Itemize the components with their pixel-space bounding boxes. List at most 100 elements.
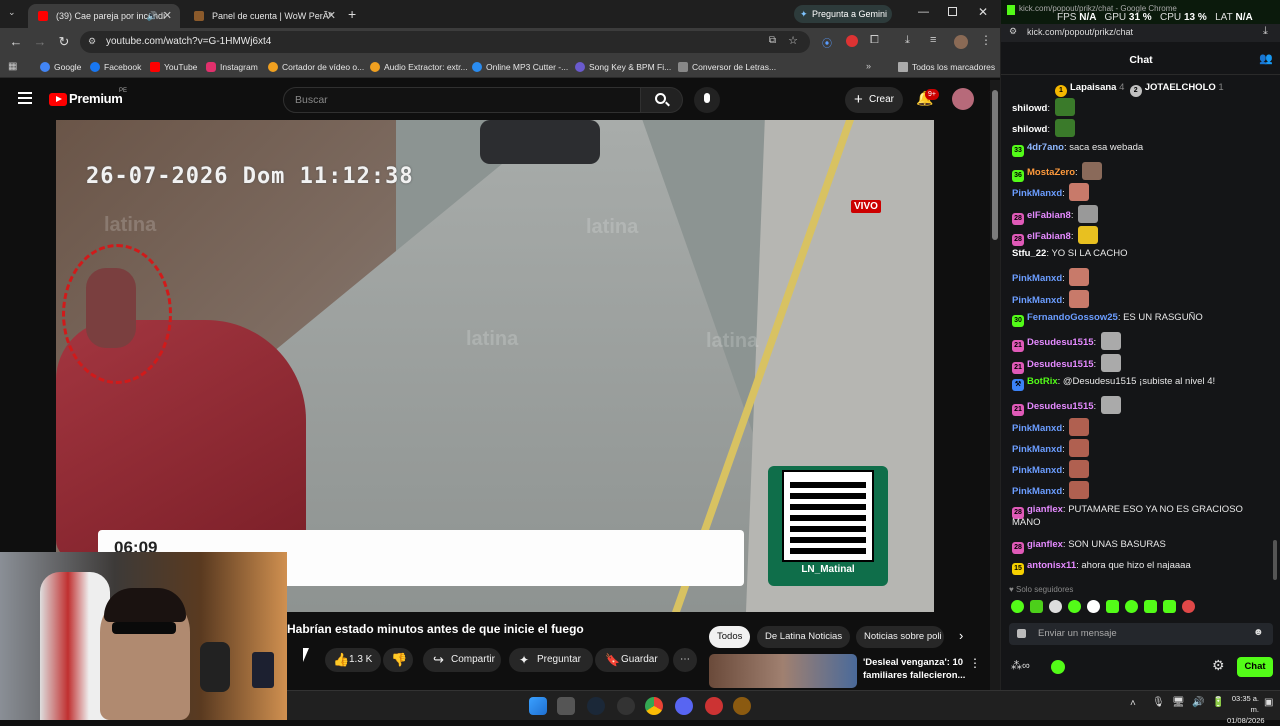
like-button[interactable]: 👍 1.3 K [325, 648, 381, 672]
chat-username[interactable]: PinkManxd [1012, 423, 1062, 434]
more-actions-button[interactable]: ⋯ [673, 648, 697, 672]
chat-username[interactable]: shilowd [1012, 124, 1047, 135]
chat-username[interactable]: BotRix [1027, 376, 1058, 387]
chat-username[interactable]: Stfu_22 [1012, 248, 1046, 259]
back-button[interactable]: ← [8, 34, 24, 50]
emote-icon[interactable] [1011, 600, 1024, 613]
chat-username[interactable]: elFabian8 [1027, 210, 1071, 221]
emoji-icon[interactable]: ☻ [1253, 627, 1264, 638]
create-button[interactable]: + Crear [845, 87, 903, 113]
site-info-icon[interactable]: ⚙ [88, 36, 96, 47]
chrome-menu-icon[interactable]: ⋮ [980, 33, 992, 47]
bookmark-conversor[interactable]: Conversor de Letras... [678, 56, 776, 78]
chat-username[interactable]: PinkManxd [1012, 486, 1062, 497]
wow-icon[interactable] [733, 697, 751, 715]
all-bookmarks-folder[interactable]: Todos los marcadores [898, 56, 995, 78]
chat-username[interactable]: PinkManxd [1012, 444, 1062, 455]
new-tab-button[interactable]: + [348, 6, 356, 22]
battery-icon[interactable]: 🔋 [1212, 697, 1224, 708]
reload-button[interactable]: ↻ [56, 34, 72, 50]
chevron-right-icon[interactable]: › [959, 628, 963, 643]
maximize-button[interactable] [948, 7, 957, 16]
chat-username[interactable]: 4dr7ano [1027, 142, 1064, 153]
more-bookmarks-icon[interactable]: » [866, 61, 871, 71]
tab-youtube[interactable]: (39) Cae pareja por incendi 🔊 ✕ [28, 4, 180, 28]
account-avatar[interactable] [952, 88, 974, 110]
bookmark-facebook[interactable]: Facebook [90, 56, 141, 78]
save-button[interactable]: 🔖 Guardar [595, 648, 669, 672]
chat-scrollbar[interactable] [1273, 540, 1277, 580]
close-tab-icon[interactable]: ✕ [327, 4, 336, 28]
notifications-icon[interactable]: ▣ [1264, 697, 1273, 708]
close-window-button[interactable]: ✕ [978, 5, 988, 19]
download-icon[interactable]: ⤓ [905, 34, 910, 47]
discord-icon[interactable] [675, 697, 693, 715]
forward-button[interactable]: → [32, 34, 48, 50]
chat-username[interactable]: PinkManxd [1012, 188, 1062, 199]
media-icon[interactable]: ≡ [930, 34, 936, 46]
chat-username[interactable]: Desudesu1515 [1027, 401, 1094, 412]
bookmark-google[interactable]: Google [40, 56, 81, 78]
microphone-tray-icon[interactable]: 🎙 [1152, 697, 1165, 708]
emote-icon[interactable] [1125, 600, 1138, 613]
chat-username[interactable]: PinkManxd [1012, 273, 1062, 284]
chip-de-latina[interactable]: De Latina Noticias [757, 626, 851, 648]
search-input[interactable]: Buscar [283, 87, 641, 113]
emote-icon[interactable] [1144, 600, 1157, 613]
steam-icon[interactable] [587, 697, 605, 715]
site-settings-icon[interactable]: ⚙ [1009, 26, 1017, 37]
bookmark-instagram[interactable]: Instagram [206, 56, 258, 78]
emote-icon[interactable] [1068, 600, 1081, 613]
chat-username[interactable]: antonisx11 [1027, 560, 1076, 571]
kick-badge-icon[interactable] [1051, 660, 1065, 674]
emote-icon[interactable] [1030, 600, 1043, 613]
recommended-thumbnail[interactable] [709, 654, 857, 688]
chrome-icon[interactable] [645, 697, 663, 715]
scrollbar-thumb[interactable] [992, 90, 998, 240]
video-player[interactable]: 26-07-2026 Dom 11:12:38 latina latina la… [56, 120, 934, 612]
share-button[interactable]: ↪ Compartir [423, 648, 501, 672]
extension-icon[interactable] [846, 35, 858, 47]
voice-search-button[interactable] [694, 87, 720, 113]
chat-username[interactable]: PinkManxd [1012, 295, 1062, 306]
tray-chevron-icon[interactable]: ˄ [1130, 698, 1136, 709]
minimize-button[interactable]: — [918, 6, 929, 18]
points-icon[interactable]: ⁂∞ [1011, 659, 1030, 672]
chat-users-icon[interactable]: 👥 [1259, 52, 1273, 65]
file-explorer-icon[interactable] [557, 697, 575, 715]
chat-username[interactable]: Desudesu1515 [1027, 359, 1094, 370]
chat-username[interactable]: shilowd [1012, 103, 1047, 114]
network-icon[interactable]: 🖥 [1172, 697, 1185, 708]
bookmark-mp3-cutter[interactable]: Online MP3 Cutter -... [472, 56, 568, 78]
page-scrollbar[interactable] [990, 80, 1000, 692]
emote-icon[interactable] [1182, 600, 1195, 613]
gemini-button[interactable]: ✦ Pregunta a Gemini [794, 5, 892, 23]
install-app-icon[interactable]: ⧉ [769, 35, 776, 46]
settings-gear-icon[interactable]: ⚙ [1212, 657, 1225, 674]
recommended-menu-icon[interactable]: ⋮ [969, 656, 981, 670]
chip-todos[interactable]: Todos [709, 626, 751, 648]
chat-send-button[interactable]: Chat [1237, 657, 1273, 677]
chat-input[interactable]: Enviar un mensaje ☻ [1009, 623, 1273, 645]
emote-icon[interactable] [1087, 600, 1100, 613]
bookmark-star-icon[interactable]: ☆ [788, 34, 798, 47]
apps-grid-icon[interactable]: ▦ [8, 61, 17, 72]
emote-icon[interactable] [1163, 600, 1176, 613]
bookmark-audio-extractor[interactable]: Audio Extractor: extr... [370, 56, 468, 78]
extension-icon[interactable]: ⦿ [822, 35, 834, 50]
bookmark-youtube[interactable]: YouTube [150, 56, 197, 78]
chat-username[interactable]: PinkManxd [1012, 465, 1062, 476]
chat-username[interactable]: Desudesu1515 [1027, 337, 1094, 348]
chat-username[interactable]: gianflex [1027, 539, 1063, 550]
chat-username[interactable]: gianflex [1027, 504, 1063, 515]
tab-search-button[interactable]: ⌄ [8, 7, 22, 21]
bookmark-song-key[interactable]: Song Key & BPM Fi... [575, 56, 671, 78]
profile-avatar[interactable] [954, 35, 968, 49]
extensions-puzzle-icon[interactable]: ⧠ [870, 34, 879, 47]
close-tab-icon[interactable]: ✕ [163, 4, 172, 28]
emote-icon[interactable] [1049, 600, 1062, 613]
windows-start-icon[interactable] [529, 697, 547, 715]
address-bar[interactable]: ⚙ youtube.com/watch?v=G-1HMWj6xt4 ⧉ ☆ [80, 31, 810, 53]
ask-button[interactable]: ✦ Preguntar [509, 648, 593, 672]
recommended-title[interactable]: 'Desleal venganza': 10 familiares fallec… [863, 656, 965, 682]
